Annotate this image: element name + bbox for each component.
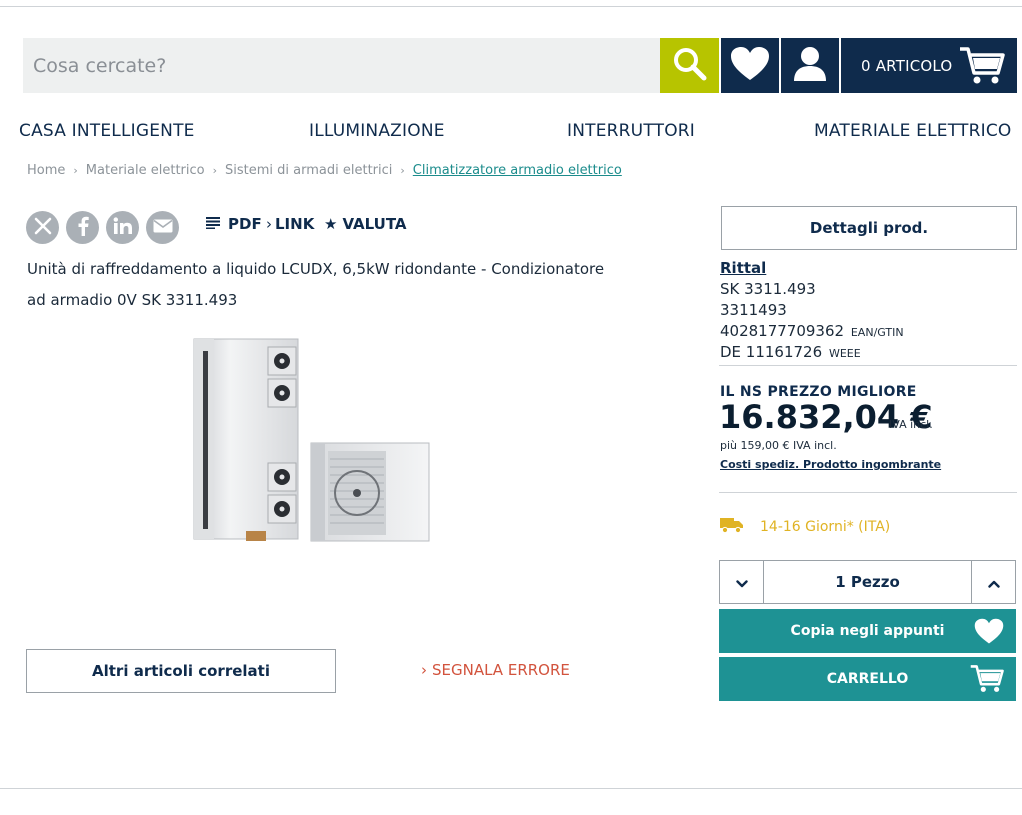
brand-link[interactable]: Rittal xyxy=(720,259,766,277)
share-x-button[interactable] xyxy=(26,211,59,244)
cart-header-button[interactable]: 0 ARTICOLO xyxy=(841,38,1017,93)
nav-materiale-elettrico[interactable]: MATERIALE ELETTRICO xyxy=(814,121,1011,141)
delivery-time: 14-16 Giorni* (ITA) xyxy=(760,518,891,535)
ean-label: EAN/GTIN xyxy=(850,326,904,339)
product-image[interactable] xyxy=(190,333,435,548)
ean-row: 4028177709362 EAN/GTIN xyxy=(720,322,904,340)
share-mail-button[interactable] xyxy=(146,211,179,244)
search-box xyxy=(23,38,660,93)
product-title-line-2: ad armadio 0V SK 3311.493 xyxy=(27,291,238,309)
add-to-wishlist-button[interactable]: Copia negli appunti xyxy=(719,609,1016,653)
breadcrumb: Home › Materiale elettrico › Sistemi di … xyxy=(27,163,622,178)
add-to-wishlist-label: Copia negli appunti xyxy=(790,623,945,639)
chevron-right-icon: › xyxy=(73,164,78,177)
wishlist-button[interactable] xyxy=(721,38,779,93)
star-icon: ★ xyxy=(324,215,338,233)
product-title: Unità di raffreddamento a liquido LCUDX,… xyxy=(27,254,607,316)
chevron-right-icon: › xyxy=(266,215,272,233)
search-button[interactable] xyxy=(660,38,719,93)
search-input[interactable] xyxy=(23,38,660,93)
model-number: SK 3311.493 xyxy=(720,280,816,298)
cart-icon xyxy=(960,47,1005,84)
chevron-right-icon: › xyxy=(400,164,405,177)
add-to-cart-label: CARRELLO xyxy=(826,671,909,687)
ean-value: 4028177709362 xyxy=(720,322,845,340)
chevron-up-icon xyxy=(987,573,1000,592)
top-divider xyxy=(0,6,1022,7)
pdf-label: PDF xyxy=(228,215,262,233)
search-icon xyxy=(672,46,708,86)
truck-icon xyxy=(720,516,744,537)
chevron-right-icon: › xyxy=(212,164,218,177)
weee-value: DE 11161726 xyxy=(720,343,823,361)
rate-link[interactable]: ★ VALUTA xyxy=(324,215,407,233)
divider xyxy=(719,492,1017,493)
related-articles-button[interactable]: Altri articoli correlati xyxy=(26,649,336,693)
article-number: 3311493 xyxy=(720,301,787,319)
price-tax-note: IVA incl. xyxy=(889,418,933,431)
quantity-decrease-button[interactable] xyxy=(720,561,764,603)
heart-icon xyxy=(974,618,1004,643)
shipping-extra: più 159,00 € IVA incl. xyxy=(720,439,837,452)
breadcrumb-sistemi-armadi[interactable]: Sistemi di armadi elettrici xyxy=(225,163,392,178)
facebook-icon xyxy=(76,216,90,240)
breadcrumb-home[interactable]: Home xyxy=(27,163,65,178)
report-error-label: SEGNALA ERRORE xyxy=(432,661,570,679)
chevron-down-icon xyxy=(735,573,748,592)
cart-count-label: 0 ARTICOLO xyxy=(861,56,953,75)
heart-icon xyxy=(730,46,770,86)
report-error-link[interactable]: › SEGNALA ERRORE xyxy=(421,661,570,679)
weee-label: WEEE xyxy=(828,347,861,360)
breadcrumb-current[interactable]: Climatizzatore armadio elettrico xyxy=(413,163,622,178)
mail-icon xyxy=(153,218,173,237)
cart-icon xyxy=(970,665,1004,692)
bottom-divider xyxy=(0,788,1022,789)
account-button[interactable] xyxy=(781,38,839,93)
lines-icon xyxy=(206,215,220,233)
delivery-info: 14-16 Giorni* (ITA) xyxy=(720,516,890,537)
nav-interruttori[interactable]: INTERRUTTORI xyxy=(567,121,695,141)
link-link[interactable]: › LINK xyxy=(266,215,314,233)
shipping-costs-link[interactable]: Costi spediz. Prodotto ingombrante xyxy=(720,458,941,471)
divider xyxy=(719,365,1017,366)
nav-casa-intelligente[interactable]: CASA INTELLIGENTE xyxy=(19,121,195,141)
quantity-stepper: 1 Pezzo xyxy=(719,560,1016,604)
product-title-line-1: Unità di raffreddamento a liquido LCUDX,… xyxy=(27,260,605,278)
share-facebook-button[interactable] xyxy=(66,211,99,244)
user-icon xyxy=(793,46,827,86)
quantity-value[interactable]: 1 Pezzo xyxy=(764,561,971,603)
chevron-right-icon: › xyxy=(421,661,427,679)
breadcrumb-materiale-elettrico[interactable]: Materiale elettrico xyxy=(86,163,205,178)
x-icon xyxy=(34,217,52,239)
weee-row: DE 11161726 WEEE xyxy=(720,343,861,361)
nav-illuminazione[interactable]: ILLUMINAZIONE xyxy=(309,121,445,141)
share-linkedin-button[interactable] xyxy=(106,211,139,244)
pdf-link[interactable]: PDF xyxy=(206,215,262,233)
add-to-cart-button[interactable]: CARRELLO xyxy=(719,657,1016,701)
quantity-increase-button[interactable] xyxy=(971,561,1015,603)
linkedin-icon xyxy=(113,216,133,239)
link-label: LINK xyxy=(275,215,315,233)
product-details-button[interactable]: Dettagli prod. xyxy=(721,206,1017,250)
rate-label: VALUTA xyxy=(342,215,407,233)
